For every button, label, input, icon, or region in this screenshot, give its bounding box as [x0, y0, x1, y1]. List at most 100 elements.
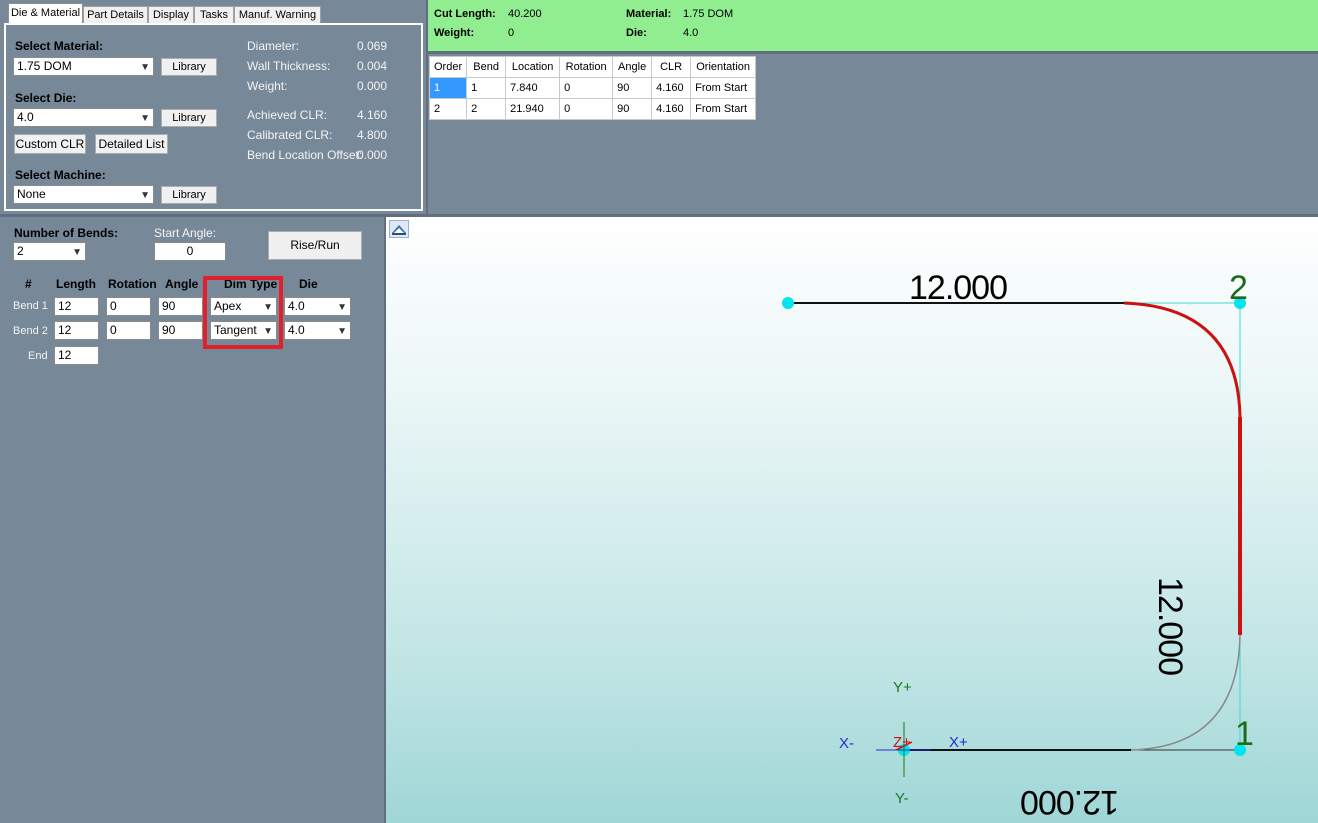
summary-weight-value: 0	[508, 27, 515, 39]
bend-2-angle-input[interactable]: 90	[158, 321, 203, 340]
num-bends-label: Number of Bends:	[14, 226, 119, 240]
rise-run-button[interactable]: Rise/Run	[268, 231, 362, 260]
material-select[interactable]: 1.75 DOM ▼	[13, 57, 154, 76]
bend-2-rotation-input[interactable]: 0	[106, 321, 151, 340]
col-bend[interactable]: Bend	[466, 56, 507, 78]
num-bends-select[interactable]: 2 ▼	[13, 242, 86, 261]
tab-die-material[interactable]: Die & Material	[8, 3, 83, 24]
axis-yplus-label: Y+	[893, 679, 912, 696]
machine-library-button[interactable]: Library	[161, 186, 217, 204]
die-material-page: Select Material: 1.75 DOM ▼ Library Sele…	[4, 23, 423, 211]
table-cell[interactable]: 90	[612, 98, 653, 120]
table-cell[interactable]: 7.840	[505, 77, 561, 99]
bend-2-label: Bend 2	[13, 325, 48, 337]
tab-display[interactable]: Display	[148, 6, 194, 23]
bend-2-die-select[interactable]: 4.0 ▼	[284, 321, 351, 340]
table-cell[interactable]: 2	[428, 98, 468, 120]
material-library-button[interactable]: Library	[161, 58, 217, 76]
die-library-button[interactable]: Library	[161, 109, 217, 127]
table-cell[interactable]: 2	[466, 98, 507, 120]
tube-drawing	[782, 297, 1246, 777]
achieved-clr-value: 4.160	[357, 108, 388, 122]
diameter-label: Diameter:	[247, 39, 300, 53]
col-rotation[interactable]: Rotation	[559, 56, 614, 78]
tab-part-details[interactable]: Part Details	[83, 6, 148, 23]
summary-divider	[428, 51, 1318, 54]
machine-select[interactable]: None ▼	[13, 185, 154, 204]
bend-view-canvas[interactable]: 12.000 12.000 12.000 2 1 Y+ Y- X- X+ Z+	[386, 217, 1318, 823]
select-machine-label: Select Machine:	[15, 168, 106, 182]
bend-1-rotation-input[interactable]: 0	[106, 297, 151, 316]
start-node[interactable]	[782, 297, 794, 309]
table-cell[interactable]: From Start	[690, 98, 757, 120]
bend-1-label: Bend 1	[13, 300, 48, 312]
axis-yminus-label: Y-	[895, 790, 909, 807]
chevron-down-icon: ▼	[140, 113, 150, 124]
end-label: End	[28, 350, 48, 362]
chevron-down-icon: ▼	[72, 247, 82, 258]
cut-length-label: Cut Length:	[434, 8, 496, 20]
weight-label: Weight:	[247, 79, 288, 93]
chevron-down-icon: ▼	[140, 190, 150, 201]
tab-tasks[interactable]: Tasks	[194, 6, 234, 23]
axis-xminus-label: X-	[839, 735, 854, 752]
table-cell[interactable]: From Start	[690, 77, 757, 99]
wall-thickness-label: Wall Thickness:	[247, 59, 331, 73]
achieved-clr-label: Achieved CLR:	[247, 108, 328, 122]
bend-1-angle-input[interactable]: 90	[158, 297, 203, 316]
bend-2-die-value: 4.0	[288, 323, 305, 337]
col-angle-header: Angle	[165, 277, 199, 291]
num-bends-value: 2	[17, 244, 24, 258]
bend-2-length-input[interactable]: 12	[54, 321, 99, 340]
tab-manuf-warning[interactable]: Manuf. Warning	[234, 6, 321, 23]
summary-die-value: 4.0	[683, 27, 699, 39]
start-angle-label: Start Angle:	[154, 226, 217, 240]
calibrated-clr-label: Calibrated CLR:	[247, 128, 333, 142]
dim-label-right: 12.000	[1151, 577, 1189, 675]
detailed-list-button[interactable]: Detailed List	[95, 134, 168, 154]
table-cell[interactable]: 4.160	[651, 98, 692, 120]
weight-value: 0.000	[357, 79, 388, 93]
table-cell[interactable]: 21.940	[505, 98, 561, 120]
col-order[interactable]: Order	[428, 56, 468, 78]
table-row[interactable]: 1 1 7.840 0 90 4.160 From Start	[428, 77, 757, 99]
col-rotation-header: Rotation	[108, 277, 157, 291]
summary-material-label: Material:	[626, 8, 672, 20]
bend-1-length-input[interactable]: 12	[54, 297, 99, 316]
end-length-input[interactable]: 12	[54, 346, 99, 365]
col-orientation[interactable]: Orientation	[690, 56, 757, 78]
table-header-row: Order Bend Location Rotation Angle CLR O…	[428, 56, 757, 78]
col-clr[interactable]: CLR	[651, 56, 692, 78]
table-cell[interactable]: 1	[466, 77, 507, 99]
bends-panel: Number of Bends: 2 ▼ Start Angle: 0 Rise…	[0, 217, 384, 823]
table-cell[interactable]: 0	[559, 77, 614, 99]
table-cell[interactable]: 1	[428, 77, 468, 99]
cut-length-value: 40.200	[508, 8, 542, 20]
machine-select-value: None	[17, 187, 46, 201]
tab-control: Die & Material Part Details Display Task…	[0, 0, 426, 214]
chevron-down-icon: ▼	[337, 302, 347, 313]
chevron-down-icon: ▼	[140, 62, 150, 73]
select-die-label: Select Die:	[15, 91, 77, 105]
col-location[interactable]: Location	[505, 56, 561, 78]
start-angle-input[interactable]: 0	[154, 242, 226, 261]
bend-2-marker: 2	[1229, 269, 1248, 307]
axis-z-label: Z+	[893, 734, 911, 751]
dim-label-top: 12.000	[909, 269, 1008, 307]
bend-1-die-select[interactable]: 4.0 ▼	[284, 297, 351, 316]
material-select-value: 1.75 DOM	[17, 59, 72, 73]
summary-die-label: Die:	[626, 27, 647, 39]
die-select[interactable]: 4.0 ▼	[13, 108, 154, 127]
col-die-header: Die	[299, 277, 318, 291]
custom-clr-button[interactable]: Custom CLR	[14, 134, 86, 154]
table-row[interactable]: 2 2 21.940 0 90 4.160 From Start	[428, 98, 757, 120]
col-angle[interactable]: Angle	[612, 56, 653, 78]
table-cell[interactable]: 0	[559, 98, 614, 120]
table-cell[interactable]: 4.160	[651, 77, 692, 99]
table-cell[interactable]: 90	[612, 77, 653, 99]
calibrated-clr-value: 4.800	[357, 128, 388, 142]
summary-material-value: 1.75 DOM	[683, 8, 734, 20]
bend-offset-label: Bend Location Offset:	[247, 148, 363, 162]
summary-weight-label: Weight:	[434, 27, 475, 39]
select-material-label: Select Material:	[15, 39, 104, 53]
